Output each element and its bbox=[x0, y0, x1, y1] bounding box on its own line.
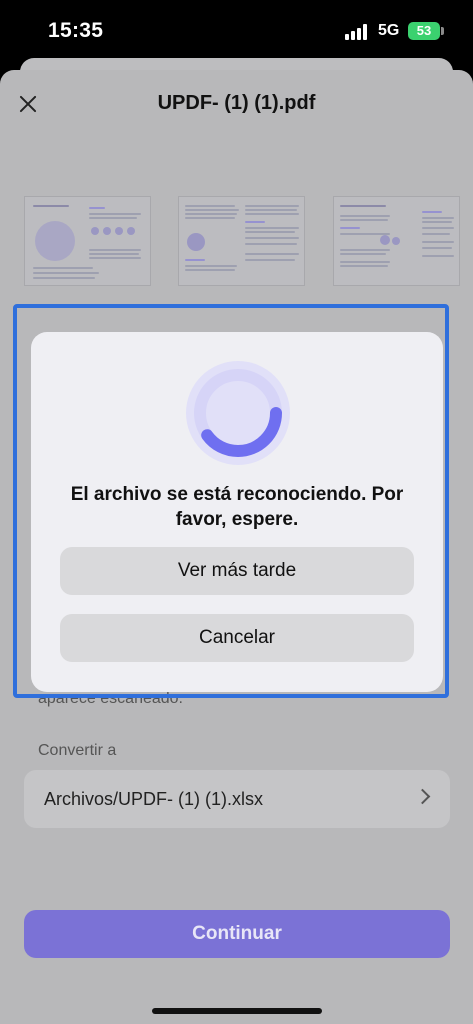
recognition-dialog: El archivo se está reconociendo. Por fav… bbox=[31, 332, 443, 692]
page-thumbnail[interactable] bbox=[178, 196, 305, 286]
battery-level: 53 bbox=[416, 23, 432, 38]
page-thumbnail[interactable] bbox=[24, 196, 151, 286]
network-type: 5G bbox=[378, 22, 400, 39]
page-thumbnails bbox=[24, 196, 460, 288]
page-thumbnail[interactable] bbox=[333, 196, 460, 286]
battery-icon: 53 bbox=[408, 22, 440, 40]
output-path-row[interactable]: Archivos/UPDF- (1) (1).xlsx bbox=[24, 770, 450, 828]
battery-cap bbox=[441, 27, 444, 35]
status-bar: 15:35 5G 53 bbox=[0, 0, 473, 62]
signal-icon bbox=[345, 24, 371, 40]
output-path-text: Archivos/UPDF- (1) (1).xlsx bbox=[44, 789, 264, 809]
view-later-button[interactable]: Ver más tarde bbox=[60, 547, 414, 595]
continue-button[interactable]: Continuar bbox=[24, 910, 450, 958]
home-indicator bbox=[152, 1008, 322, 1014]
dialog-message: El archivo se está reconociendo. Por fav… bbox=[70, 484, 404, 530]
chevron-right-icon bbox=[414, 788, 431, 805]
convert-label: Convertir a bbox=[38, 742, 117, 759]
sheet-title: UPDF- (1) (1).pdf bbox=[157, 92, 316, 114]
status-time: 15:35 bbox=[48, 19, 104, 42]
cancel-button[interactable]: Cancelar bbox=[60, 614, 414, 662]
loading-spinner-icon bbox=[186, 361, 290, 465]
screen: 15:35 5G 53 UPDF- (1) (1).pdf aparece es… bbox=[0, 0, 473, 1024]
